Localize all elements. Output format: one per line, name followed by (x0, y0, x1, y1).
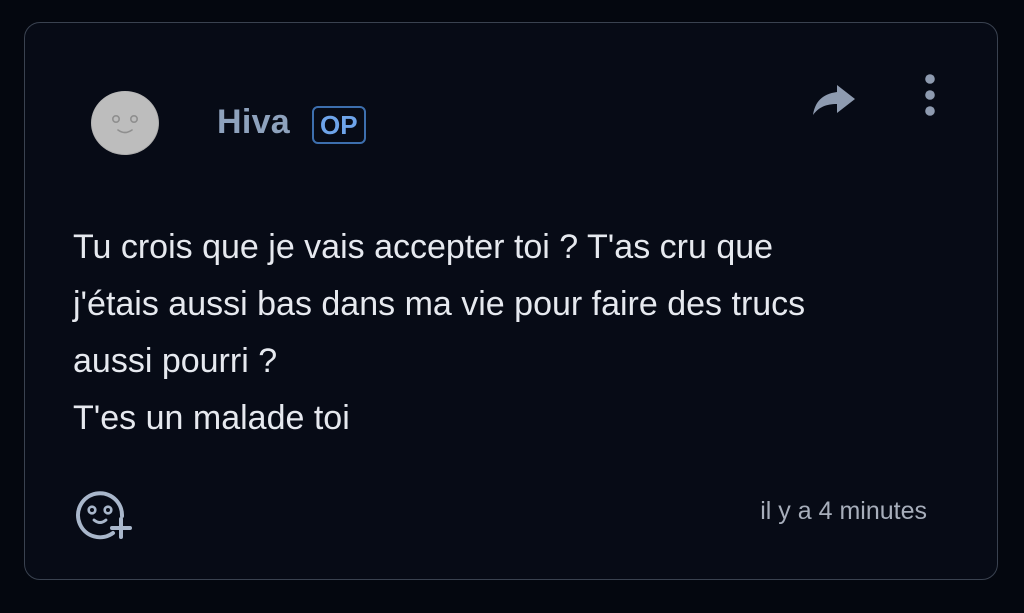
author-name[interactable]: Hiva (217, 103, 290, 142)
avatar-face-icon (92, 92, 158, 154)
add-reaction-icon (76, 491, 132, 540)
more-options-button[interactable] (915, 73, 945, 117)
add-reaction-button[interactable] (75, 486, 133, 540)
avatar[interactable] (91, 91, 159, 155)
op-badge: OP (312, 106, 366, 144)
comment-line: T'es un malade toi (73, 399, 350, 437)
comment-line: j'étais aussi bas dans ma vie pour faire… (73, 285, 806, 323)
share-arrow-icon (813, 85, 855, 115)
more-vertical-icon (925, 74, 935, 116)
comment-line: aussi pourri ? (73, 342, 278, 380)
share-button[interactable] (811, 79, 859, 119)
comment-text: Tu crois que je vais accepter toi ? T'as… (73, 219, 973, 447)
comment-line: Tu crois que je vais accepter toi ? T'as… (73, 228, 774, 266)
timestamp: il y a 4 minutes (760, 497, 927, 525)
comment-card: Hiva OP Tu crois que je vais accepter to… (24, 22, 998, 580)
